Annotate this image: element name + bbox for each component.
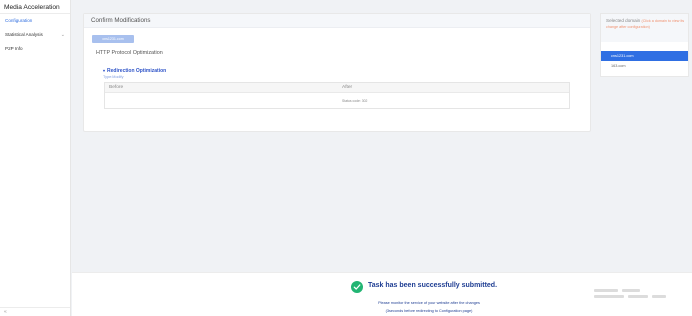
domain-item-163[interactable]: 163.com [601,61,688,71]
check-circle-icon [351,281,363,293]
card-title: Confirm Modifications [84,14,590,28]
blurred-watermark [594,289,618,292]
caret-down-icon: ▾ [103,68,106,73]
selected-domain-panel: Selected domain (Click a domain to view … [600,13,689,77]
confirm-modifications-card: Confirm Modifications cns1231.com HTTP P… [83,13,591,132]
change-type-label: Type:Modify [103,75,124,79]
blurred-watermark [594,295,624,298]
sidebar-item-p2p-info[interactable]: P2P Info [0,42,70,56]
success-message: Please monitor the service of your websi… [272,299,586,315]
sidebar: Media Acceleration Configuration Statist… [0,0,71,316]
sidebar-item-label: P2P Info [5,46,23,51]
panel-header: Selected domain (Click a domain to view … [601,14,688,42]
domain-tag[interactable]: cns1231.com [92,35,134,43]
collapse-icon[interactable]: « [4,309,7,315]
column-header-before: Before [109,85,124,90]
blurred-watermark [628,295,648,298]
sidebar-footer: « [0,307,70,316]
sidebar-item-label: Statistical Analysis [5,32,43,37]
sidebar-item-configuration[interactable]: Configuration [0,14,70,28]
chevron-down-icon: ⌄ [60,32,65,38]
success-message-line: (3seconds before redirecting to Configur… [385,309,473,313]
table-row: Status code: 302 [105,93,569,109]
blurred-watermark [622,289,640,292]
subsection-title-text: Redirection Optimization [107,68,167,74]
success-title: Task has been successfully submitted. [368,282,498,289]
diff-table: Before After Status code: 302 [104,82,570,109]
app-title: Media Acceleration [0,0,70,14]
sidebar-item-statistical-analysis[interactable]: Statistical Analysis ⌄ [0,28,70,42]
sidebar-item-label: Configuration [5,18,33,23]
column-header-after: After [342,85,353,90]
submission-footer: Task has been successfully submitted. Pl… [72,272,692,316]
blurred-watermark [652,295,666,298]
success-message-line: Please monitor the service of your websi… [378,301,480,305]
panel-title: Selected domain [606,18,641,23]
section-title: HTTP Protocol Optimization [96,50,163,56]
domain-item-cns1231[interactable]: cns1231.com [601,51,688,61]
table-header: Before After [105,83,569,93]
subsection-title[interactable]: ▾ Redirection Optimization [103,68,166,74]
cell-after: Status code: 302 [342,99,368,103]
